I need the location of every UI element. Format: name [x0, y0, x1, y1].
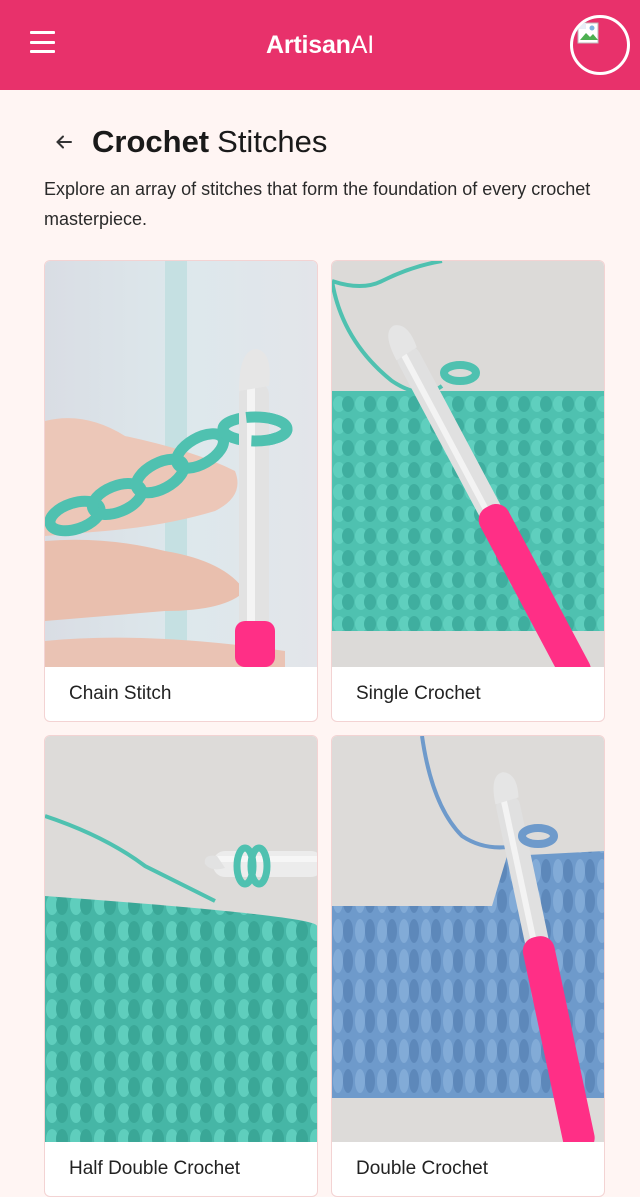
brand-name: Artisan — [266, 30, 351, 59]
app-bar: ArtisanAI — [0, 0, 640, 90]
stitch-card-label: Chain Stitch — [69, 683, 172, 704]
menu-button[interactable] — [30, 31, 55, 53]
brand-suffix: AI — [350, 30, 374, 59]
stitch-card-single-crochet[interactable]: Single Crochet — [331, 260, 605, 722]
app-title[interactable]: ArtisanAI — [266, 31, 374, 60]
page-title: Crochet Stitches — [92, 124, 328, 159]
back-button[interactable] — [44, 122, 84, 162]
stitch-image — [45, 261, 317, 667]
stitch-image — [332, 736, 604, 1142]
broken-image-icon — [577, 22, 599, 44]
menu-icon — [30, 31, 55, 34]
profile-avatar-button[interactable] — [570, 15, 630, 75]
page-header: Crochet Stitches — [44, 120, 327, 164]
stitch-card-chain-stitch[interactable]: Chain Stitch — [44, 260, 318, 722]
stitch-card-double-crochet[interactable]: Double Crochet — [331, 735, 605, 1197]
arrow-left-icon — [56, 135, 72, 149]
stitch-card-label: Double Crochet — [356, 1158, 489, 1179]
stitch-card-half-double-crochet[interactable]: Half Double Crochet — [44, 735, 318, 1197]
page-description: Explore an array of stitches that form t… — [44, 179, 591, 229]
stitch-image — [332, 261, 604, 667]
stitch-card-label: Single Crochet — [356, 683, 481, 704]
stitch-image — [45, 736, 317, 1142]
stitch-card-label: Half Double Crochet — [69, 1158, 241, 1179]
